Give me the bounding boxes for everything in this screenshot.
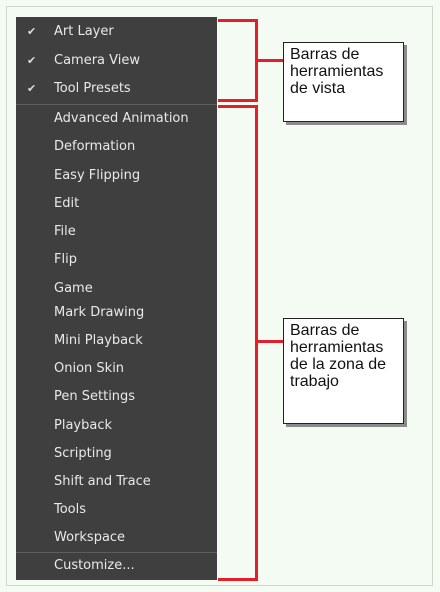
menu-item-pen-settings[interactable]: Pen Settings [16,384,217,410]
menu-item-art-layer[interactable]: ✔ Art Layer [16,19,217,45]
menu-item-label: Tools [54,502,87,517]
menu-item-label: Playback [54,418,113,433]
callout-line: Barras de [290,46,360,63]
callout-line: de vista [290,80,346,97]
menu-item-onion-skin[interactable]: Onion Skin [16,356,217,382]
menu-item-label: Advanced Animation [54,111,189,126]
menu-item-label: Mini Playback [54,333,143,348]
menu-separator [16,104,217,105]
callout-line: de la zona de [290,356,387,373]
menu-item-label: Pen Settings [54,389,136,404]
menu-item-shift-and-trace[interactable]: Shift and Trace [16,469,217,495]
menu-item-file[interactable]: File [16,219,217,245]
workspace-toolbars-bracket [218,105,258,581]
view-toolbars-bracket [218,19,258,102]
callout-line: trabajo [290,373,339,390]
view-bracket-connector [255,59,285,62]
menu-item-label: Mark Drawing [54,305,145,320]
menu-item-workspace[interactable]: Workspace [16,525,217,551]
menu-item-deformation[interactable]: Deformation [16,134,217,160]
toolbars-context-menu: ✔ Art Layer ✔ Camera View ✔ Tool Presets… [16,17,217,580]
menu-item-scripting[interactable]: Scripting [16,441,217,467]
menu-item-easy-flipping[interactable]: Easy Flipping [16,163,217,189]
menu-item-tool-presets[interactable]: ✔ Tool Presets [16,76,217,102]
menu-item-mark-drawing[interactable]: Mark Drawing [16,300,217,326]
menu-item-label: Deformation [54,139,136,154]
menu-item-label: Game [54,281,93,296]
callout-line: herramientas [290,63,384,80]
menu-item-label: Customize... [54,558,135,573]
callout-line: Barras de [290,322,360,339]
menu-item-label: File [54,224,76,239]
menu-item-label: Scripting [54,446,112,461]
menu-item-customize[interactable]: Customize... [16,553,217,579]
menu-item-playback[interactable]: Playback [16,413,217,439]
menu-item-label: Tool Presets [54,81,131,96]
workspace-toolbars-callout: Barras de herramientas de la zona de tra… [283,318,404,424]
menu-item-label: Onion Skin [54,361,125,376]
menu-item-camera-view[interactable]: ✔ Camera View [16,48,217,74]
workspace-bracket-connector [255,340,285,343]
menu-item-label: Art Layer [54,24,114,39]
menu-item-tools[interactable]: Tools [16,497,217,523]
menu-item-label: Shift and Trace [54,474,151,489]
callout-line: herramientas [290,339,384,356]
view-toolbars-callout: Barras de herramientas de vista [283,42,404,122]
menu-item-label: Easy Flipping [54,168,141,183]
menu-item-edit[interactable]: Edit [16,191,217,217]
menu-item-game[interactable]: Game [16,276,217,302]
menu-item-label: Flip [54,252,77,267]
checkmark-icon: ✔ [27,25,37,38]
menu-item-advanced-animation[interactable]: Advanced Animation [16,106,217,132]
menu-item-label: Edit [54,196,80,211]
checkmark-icon: ✔ [27,54,37,67]
menu-item-label: Camera View [54,53,140,68]
menu-item-mini-playback[interactable]: Mini Playback [16,328,217,354]
checkmark-icon: ✔ [27,82,37,95]
menu-item-flip[interactable]: Flip [16,247,217,273]
menu-item-label: Workspace [54,530,126,545]
